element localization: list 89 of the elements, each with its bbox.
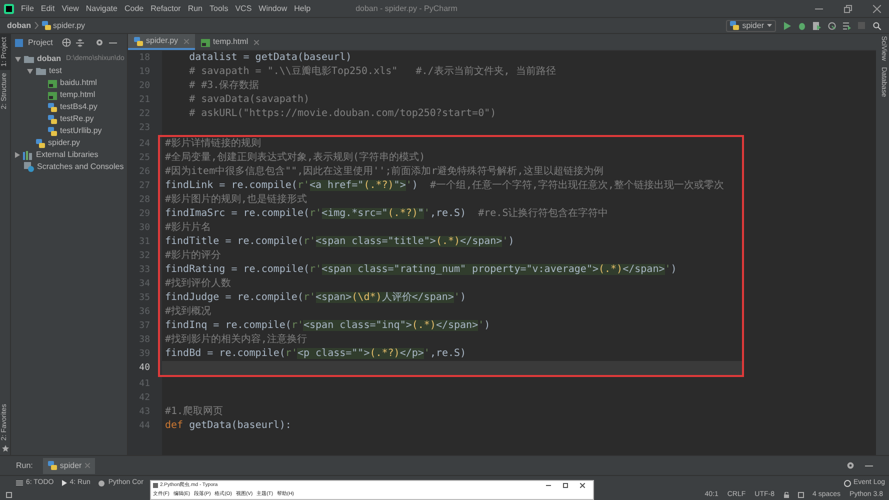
code-line: #找到评价人数 — [164, 277, 232, 291]
code-line: #找到影片的相关内容,注意换行 — [164, 333, 308, 347]
code-line: findImaSrc = re.compile(r'<img.*src="(.*?)"',re.S) #re.S让换行符包含在字符中 — [164, 207, 610, 221]
code-line: #全局变量,创建正则表达式对象,表示规则(字符串的模式) — [164, 151, 426, 165]
python-file-icon — [730, 21, 740, 30]
menu-item[interactable]: Tools — [210, 2, 228, 14]
library-icon — [23, 150, 33, 160]
tree-item[interactable]: External Libraries — [11, 149, 127, 161]
run-icon — [62, 480, 67, 486]
menu-item[interactable]: View — [62, 2, 79, 14]
breadcrumb-item[interactable]: doban — [7, 20, 31, 32]
python-file-icon — [48, 102, 57, 112]
run-icon — [784, 22, 791, 30]
menu-item[interactable]: Edit — [40, 2, 55, 14]
python-file-icon — [48, 114, 57, 124]
code-line: findRating = re.compile(r'<span class="rating_num" property="v:average">(.*)</span>') — [164, 263, 678, 277]
menu-item[interactable]: Code — [124, 2, 144, 14]
close-icon — [254, 40, 260, 44]
list-icon — [16, 480, 23, 486]
tree-item[interactable]: testUrllib.py — [11, 125, 127, 137]
close-icon — [184, 38, 190, 44]
python-file-icon — [36, 138, 45, 148]
code-line: # savaData(savapath) — [188, 93, 310, 107]
close-icon — [84, 463, 90, 468]
code-line: #影片片名 — [164, 221, 212, 235]
restore-icon — [563, 482, 568, 488]
code-line: #找到概况 — [164, 305, 212, 319]
python-file-icon — [134, 36, 143, 46]
panel-title[interactable]: Project — [28, 36, 53, 48]
code-line: #因为item中很多信息包含"",因此在这里使用'';前面添加r避免特殊符号解析,这里以超链接为例 — [164, 165, 604, 179]
run-tab[interactable]: spider — [42, 458, 95, 474]
menu-item[interactable]: Refactor — [150, 2, 181, 14]
code-line: # askURL("https://movie.douban.com/top250?start=0") — [188, 107, 498, 121]
menu-item[interactable]: Run — [188, 2, 203, 14]
settings-icon — [94, 38, 104, 47]
search-icon — [873, 22, 881, 30]
editor-tab[interactable]: spider.py — [128, 34, 196, 50]
html-file-icon — [201, 38, 210, 46]
code-line: # #3.保存数据 — [188, 79, 260, 93]
tree-item[interactable]: Scratches and Consoles — [11, 161, 127, 173]
tree-item[interactable]: baidu.html — [11, 77, 127, 89]
tree-item[interactable]: testRe.py — [11, 113, 127, 125]
menu-item[interactable]: VCS — [235, 2, 252, 14]
line-number: 40 — [138, 362, 151, 375]
code-line: findJudge = re.compile(r'<span>(\d*)人评价</span>') — [164, 291, 467, 305]
caret-icon — [767, 24, 772, 27]
editor-tab[interactable]: temp.html — [195, 34, 266, 50]
layout-icon — [6, 492, 12, 498]
stop-icon — [858, 22, 865, 29]
python-file-icon — [48, 461, 57, 470]
python-file-icon — [48, 126, 57, 136]
code-line: def getData(baseurl): — [164, 419, 292, 433]
globe-icon — [62, 38, 71, 47]
breadcrumb-item[interactable]: spider.py — [53, 20, 86, 32]
lock-icon — [784, 492, 788, 498]
menu-item[interactable]: Window — [258, 2, 288, 14]
close-icon — [580, 482, 585, 488]
menu-item[interactable]: Navigate — [86, 2, 118, 14]
code-line: findInq = re.compile(r'<span class="inq">(.*)</span>') — [164, 319, 492, 333]
code-line: #影片详情链接的规则 — [164, 137, 262, 151]
tree-item[interactable]: test — [11, 65, 127, 77]
window-title: doban - spider.py - PyCharm — [356, 2, 458, 14]
close-icon — [873, 4, 881, 12]
code-line: #1.爬取网页 — [164, 405, 224, 419]
tree-item[interactable]: spider.py — [11, 137, 127, 149]
tree-item[interactable]: temp.html — [11, 89, 127, 101]
html-file-icon — [48, 90, 57, 100]
menu-item[interactable]: File — [21, 2, 34, 14]
restore-icon — [844, 4, 852, 12]
html-file-icon — [48, 78, 57, 88]
settings-icon — [846, 461, 855, 470]
chevron-right-icon — [34, 22, 39, 29]
menu-item[interactable]: Help — [294, 2, 311, 14]
code-line: #影片的评分 — [164, 249, 222, 263]
app-logo-icon — [4, 4, 14, 14]
code-line: # savapath = ".\\豆瓣电影Top250.xls" #./表示当前文件夹, 当前路径 — [188, 65, 557, 79]
tree-item[interactable]: testBs4.py — [11, 101, 127, 113]
run-label: Run: — [16, 460, 33, 472]
code-line: datalist = getData(baseurl) — [188, 51, 353, 65]
code-line: findLink = re.compile(r'<a href="(.*?)">') #一个组,任意一个字符,字符出现任意次,整个链接出现一次或零次 — [164, 179, 726, 193]
collapse-icon — [76, 38, 84, 46]
code-line: findTitle = re.compile(r'<span class="title">(.*)</span>') — [164, 235, 516, 249]
star-icon — [2, 445, 8, 452]
run-configuration-dropdown[interactable]: spider — [726, 20, 776, 32]
code-line: findBd = re.compile(r'<p class="">(.*?)</p>',re.S) — [164, 347, 468, 361]
minimize-icon — [546, 482, 551, 488]
python-file-icon — [42, 21, 51, 30]
scratch-icon — [24, 162, 34, 172]
code-line: #影片图片的规则,也是链接形式 — [164, 193, 308, 207]
